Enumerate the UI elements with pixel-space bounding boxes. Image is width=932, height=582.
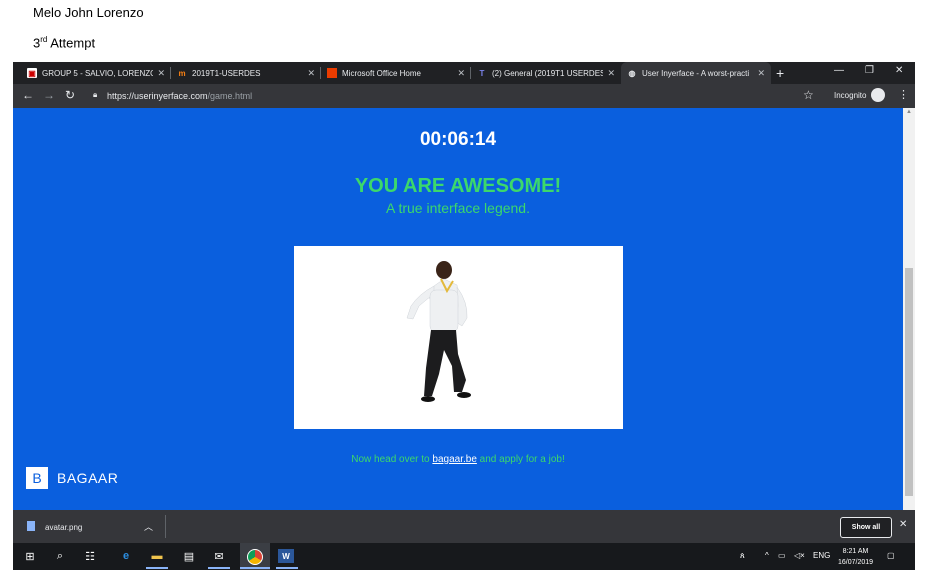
close-window-icon[interactable]: ✕ [895,65,903,76]
show-all-button[interactable]: Show all [840,517,892,538]
success-headline: YOU ARE AWESOME! [354,175,562,197]
cta-prefix: Now head over to [351,454,433,465]
globe-icon: ◍ [628,68,636,78]
tab-title: User Inyerface - A worst-practi [642,68,750,78]
tab-group5-doc[interactable]: ▣ GROUP 5 - SALVIO, LORENZO, ✕ [21,62,171,84]
tab-teams-general[interactable]: T (2) General (2019T1 USERDES - ✕ [471,62,621,84]
clock-time: 8:21 AM [842,548,869,555]
bagaar-logo[interactable]: B BAGAAR [26,467,118,489]
close-tab-icon[interactable]: ✕ [757,68,765,79]
clock-date: 16/07/2019 [838,559,874,566]
forward-icon[interactable]: → [43,88,55,102]
moodle-icon: m [178,68,186,78]
trousers [424,330,466,396]
file-icon [27,521,35,531]
tab-title: Microsoft Office Home [342,68,421,78]
tab-title: (2) General (2019T1 USERDES - [492,68,604,78]
people-icon[interactable]: ጰ [740,551,745,561]
url-path: /game.html [207,91,253,101]
minimize-icon[interactable]: — [834,65,844,76]
menu-kebab-icon[interactable]: ⋮ [898,88,909,101]
close-downloads-icon[interactable]: ✕ [899,519,907,530]
restore-icon[interactable]: ❐ [865,65,874,76]
explorer-running-indicator [146,567,168,569]
word-running-indicator [276,567,298,569]
tab-user-inyerface[interactable]: ◍ User Inyerface - A worst-practi ✕ [621,62,771,84]
head [436,261,452,279]
close-tab-icon[interactable]: ✕ [607,68,615,79]
bagaar-logo-mark: B [26,467,48,489]
close-tab-icon[interactable]: ✕ [307,68,315,79]
dancing-man-image [294,246,623,429]
scroll-up-icon[interactable]: ▲ [906,109,912,115]
job-cta-text: Now head over to bagaar.be and apply for… [13,454,903,465]
torso [429,289,459,333]
page-scrollbar[interactable]: ▲ [903,108,915,510]
office-icon [327,68,337,78]
teams-icon: T [479,68,485,78]
attempt-word: Attempt [47,35,96,51]
tab-title: 2019T1-USERDES [192,68,261,78]
bagaar-link[interactable]: bagaar.be [432,454,477,465]
cta-suffix: and apply for a job! [476,454,565,465]
word-icon[interactable]: W [278,549,294,563]
tab-title: GROUP 5 - SALVIO, LORENZO, [42,68,154,78]
file-explorer-icon[interactable]: ▬ [148,547,166,565]
left-shoe [421,396,435,402]
bagaar-logo-text: BAGAAR [57,470,119,486]
language-indicator[interactable]: ENG [813,551,830,560]
new-tab-icon[interactable]: + [776,65,784,81]
chrome-taskbar-icon[interactable] [240,543,270,570]
browser-window: ▣ GROUP 5 - SALVIO, LORENZO, ✕ m 2019T1-… [13,62,915,570]
success-subheadline: A true interface legend. [386,200,530,216]
task-view-icon[interactable]: ☷ [81,547,99,565]
tab-strip: ▣ GROUP 5 - SALVIO, LORENZO, ✕ m 2019T1-… [13,62,915,84]
close-tab-icon[interactable]: ✕ [457,68,465,79]
action-center-icon[interactable]: ▢ [887,551,895,560]
tab-office-home[interactable]: Microsoft Office Home ✕ [321,62,471,84]
store-icon[interactable]: ▤ [180,547,198,565]
right-shoe [457,392,471,398]
windows-taskbar: ⊞ ⌕ ☷ e ▬ ▤ ✉ W ጰ ^ ▭ ◁× ENG 8:21 AM 16/… [13,543,915,570]
download-shelf: avatar.png ︿ Show all ✕ [13,510,915,543]
volume-muted-icon[interactable]: ◁× [794,551,805,560]
close-tab-icon[interactable]: ✕ [157,68,165,79]
windows-start-icon[interactable]: ⊞ [21,547,39,565]
scrollbar-thumb[interactable] [905,268,913,496]
mail-icon[interactable]: ✉ [210,547,228,565]
dancing-man-illustration [406,261,471,402]
download-separator [165,515,166,538]
search-icon[interactable]: ⌕ [51,547,69,565]
document-attempt: 3rd Attempt [33,35,95,50]
chevron-up-icon[interactable]: ︿ [144,520,153,533]
mail-running-indicator [208,567,230,569]
back-icon[interactable]: ← [22,88,34,102]
tray-chevron-icon[interactable]: ^ [765,551,769,560]
game-timer: 00:06:14 [419,129,497,150]
address-bar-row: ← → ↻ 🔒︎ https://userinyerface.com/game.… [13,84,915,108]
bookmark-star-icon[interactable]: ☆ [803,88,814,102]
tab-userdes-moodle[interactable]: m 2019T1-USERDES ✕ [171,62,321,84]
document-icon: ▣ [27,68,37,78]
reload-icon[interactable]: ↻ [65,88,75,102]
edge-icon[interactable]: e [117,547,135,565]
incognito-icon[interactable] [871,88,885,102]
lock-icon: 🔒︎ [93,90,98,99]
chrome-running-indicator [240,567,270,569]
incognito-label: Incognito [834,91,867,100]
page-content: 00:06:14 YOU ARE AWESOME! A true interfa… [13,108,903,510]
url-host: https://userinyerface.com [107,91,208,101]
url-field[interactable]: https://userinyerface.com/game.html [107,91,252,101]
download-file-name[interactable]: avatar.png [45,523,82,532]
network-icon[interactable]: ▭ [778,551,786,560]
document-author: Melo John Lorenzo [33,5,144,20]
system-clock[interactable]: 8:21 AM 16/07/2019 [838,546,873,568]
